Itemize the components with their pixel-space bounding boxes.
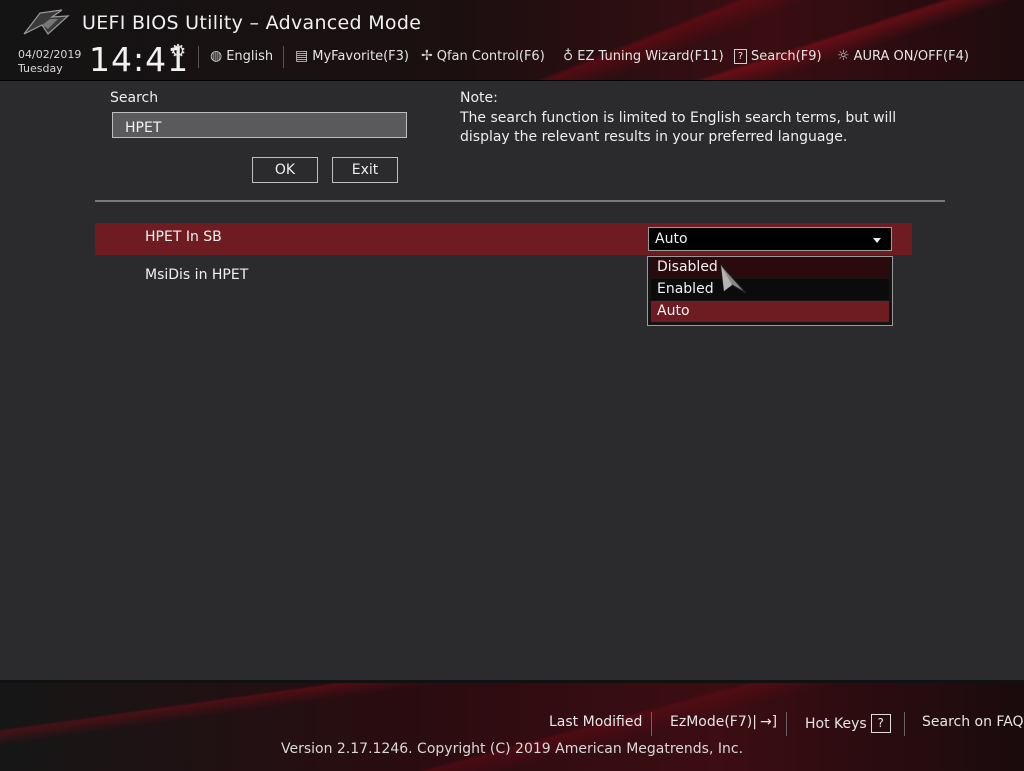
mouse-pointer-icon [720,263,747,294]
language-button[interactable]: ◍ English [210,47,273,65]
exit-arrow-icon: →] [759,714,778,730]
question-box-icon: ? [870,714,891,733]
aura-label: AURA ON/OFF(F4) [853,48,969,64]
dropdown-option-enabled[interactable]: Enabled [651,279,889,300]
lightbulb-icon: ♁ [563,48,574,64]
question-box-icon: ? [734,48,747,64]
dropdown-options-list: Disabled Enabled Auto [647,256,893,326]
my-favorite-label: MyFavorite(F3) [312,48,409,64]
ok-button[interactable]: OK [252,157,318,183]
note-title: Note: [460,90,498,106]
hpet-in-sb-select[interactable]: Auto [648,227,892,251]
ez-tuning-label: EZ Tuning Wizard(F11) [577,48,724,64]
footer-separator [651,712,652,736]
hot-keys-button[interactable]: Hot Keys ? [805,714,891,733]
ez-mode-button[interactable]: EzMode(F7)| →] [670,714,777,730]
select-value: Auto [655,231,688,247]
gear-icon[interactable]: ⚙ [170,41,186,62]
ez-tuning-wizard-button[interactable]: ♁ EZ Tuning Wizard(F11) [563,47,724,65]
search-faq-button[interactable]: Search on FAQ [922,714,1024,730]
favorite-list-icon: ▤ [295,48,309,64]
ez-mode-label: EzMode(F7)| [670,714,757,730]
aura-light-icon: ☼ [837,48,850,64]
search-label: Search(F9) [751,48,822,64]
search-button[interactable]: ? Search(F9) [734,47,822,65]
date-text: 04/02/2019 [18,48,82,61]
dropdown-option-auto[interactable]: Auto [651,301,889,322]
caret-down-icon [873,238,881,243]
footer-separator [904,712,905,736]
globe-icon: ◍ [210,48,223,64]
rog-logo-icon [23,9,70,35]
qfan-control-button[interactable]: ✢ Qfan Control(F6) [421,47,545,65]
last-modified-button[interactable]: Last Modified [549,714,642,730]
day-text: Tuesday [18,62,63,75]
aura-toggle-button[interactable]: ☼ AURA ON/OFF(F4) [837,47,969,65]
hot-keys-label: Hot Keys [805,715,867,732]
note-text: The search function is limited to Englis… [460,110,897,145]
result-label-msidis-in-hpet[interactable]: MsiDis in HPET [145,267,248,283]
header-bar: UEFI BIOS Utility – Advanced Mode 04/02/… [0,0,1024,81]
language-label: English [226,48,274,64]
header-separator [283,46,284,68]
result-label-hpet-in-sb[interactable]: HPET In SB [145,229,222,245]
dropdown-option-disabled[interactable]: Disabled [651,257,889,278]
exit-button[interactable]: Exit [332,157,398,183]
divider [95,200,945,202]
search-field-label: Search [110,90,159,106]
header-separator [198,46,199,68]
footer-separator [786,712,787,736]
my-favorite-button[interactable]: ▤ MyFavorite(F3) [295,47,409,65]
app-title: UEFI BIOS Utility – Advanced Mode [82,12,422,34]
fan-icon: ✢ [421,48,433,64]
qfan-label: Qfan Control(F6) [436,48,545,64]
search-input[interactable] [112,112,407,138]
copyright-text: Version 2.17.1246. Copyright (C) 2019 Am… [280,741,744,757]
